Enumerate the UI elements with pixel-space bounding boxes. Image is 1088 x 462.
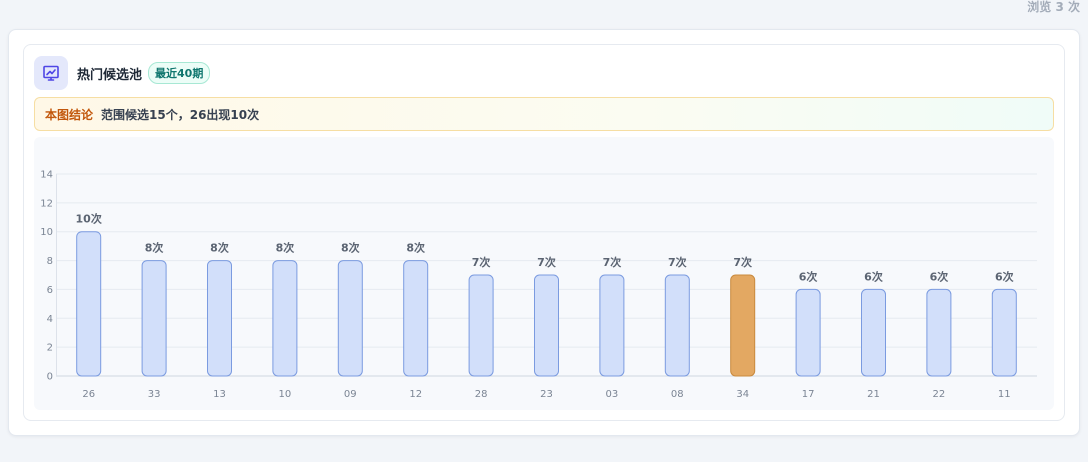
y-tick-label: 2 <box>47 343 53 354</box>
data-label: 7次 <box>472 255 491 269</box>
chart-line-icon <box>34 56 68 90</box>
x-tick-label: 11 <box>998 389 1011 400</box>
x-tick-label: 08 <box>671 389 684 400</box>
bar <box>926 288 952 377</box>
x-tick-label: 34 <box>736 389 749 400</box>
bar <box>861 288 886 377</box>
bar <box>76 231 102 377</box>
x-tick-label: 28 <box>475 389 488 400</box>
data-label: 8次 <box>341 241 360 255</box>
data-label: 7次 <box>668 255 687 269</box>
bar <box>795 288 821 377</box>
data-label: 7次 <box>733 255 752 269</box>
data-label: 10次 <box>76 212 102 226</box>
bar-chart: 0 2 4 6 8 10 12 14 10次 26 8次 33 8次 13 8次 10 8次 09 8次 12 7次 28… <box>40 170 1037 400</box>
chart-area: 0 2 4 6 8 10 12 14 10次 26 8次 33 8次 13 8次 10 8次 09 8次 12 7次 28… <box>34 137 1054 410</box>
y-tick-label: 8 <box>47 256 53 267</box>
data-label: 8次 <box>210 241 229 255</box>
x-tick-label: 12 <box>409 389 422 400</box>
bar <box>207 260 232 377</box>
x-tick-label: 33 <box>148 389 161 400</box>
bar-highlight <box>730 274 756 377</box>
x-tick-label: 21 <box>867 389 880 400</box>
bar <box>599 274 625 377</box>
data-label: 8次 <box>145 241 164 255</box>
y-tick-label: 4 <box>47 314 53 325</box>
x-tick-label: 09 <box>344 389 357 400</box>
view-count: 浏览 3 次 <box>1027 0 1080 14</box>
y-tick-label: 14 <box>40 170 53 181</box>
y-tick-label: 12 <box>40 198 53 209</box>
x-tick-label: 13 <box>213 389 226 400</box>
card-title: 热门候选池 <box>77 67 143 83</box>
y-tick-label: 0 <box>47 372 53 383</box>
bar <box>337 260 363 377</box>
conclusion-text: 范围候选15个，26出现10次 <box>101 107 260 122</box>
x-tick-label: 10 <box>279 389 292 400</box>
y-tick-label: 10 <box>40 227 53 238</box>
data-label: 6次 <box>930 269 949 283</box>
conclusion-label: 本图结论 <box>45 107 94 122</box>
bar <box>664 274 690 377</box>
data-label: 7次 <box>537 255 556 269</box>
bar <box>991 288 1017 377</box>
card-header: 热门候选池 最近40期 <box>34 55 211 91</box>
bar <box>403 260 429 377</box>
x-tick-label: 23 <box>540 389 553 400</box>
y-tick-label: 6 <box>47 285 53 296</box>
data-label: 6次 <box>799 269 818 283</box>
period-badge: 最近40期 <box>148 62 211 84</box>
hot-pool-card: 热门候选池 最近40期 本图结论 范围候选15个，26出现10次 0 2 4 6 8 10… <box>23 44 1065 421</box>
bar <box>468 274 494 377</box>
data-label: 7次 <box>603 255 622 269</box>
bar <box>141 260 167 377</box>
conclusion-banner: 本图结论 范围候选15个，26出现10次 <box>34 97 1054 131</box>
outer-card: 热门候选池 最近40期 本图结论 范围候选15个，26出现10次 0 2 4 6 8 10… <box>8 29 1080 436</box>
data-label: 6次 <box>995 269 1014 283</box>
x-tick-label: 17 <box>802 389 815 400</box>
x-tick-label: 22 <box>933 389 946 400</box>
data-label: 6次 <box>864 269 883 283</box>
x-tick-label: 03 <box>606 389 619 400</box>
bar <box>272 260 298 377</box>
data-label: 8次 <box>406 241 425 255</box>
data-label: 8次 <box>276 241 295 255</box>
x-tick-label: 26 <box>82 389 95 400</box>
bar <box>534 274 559 377</box>
